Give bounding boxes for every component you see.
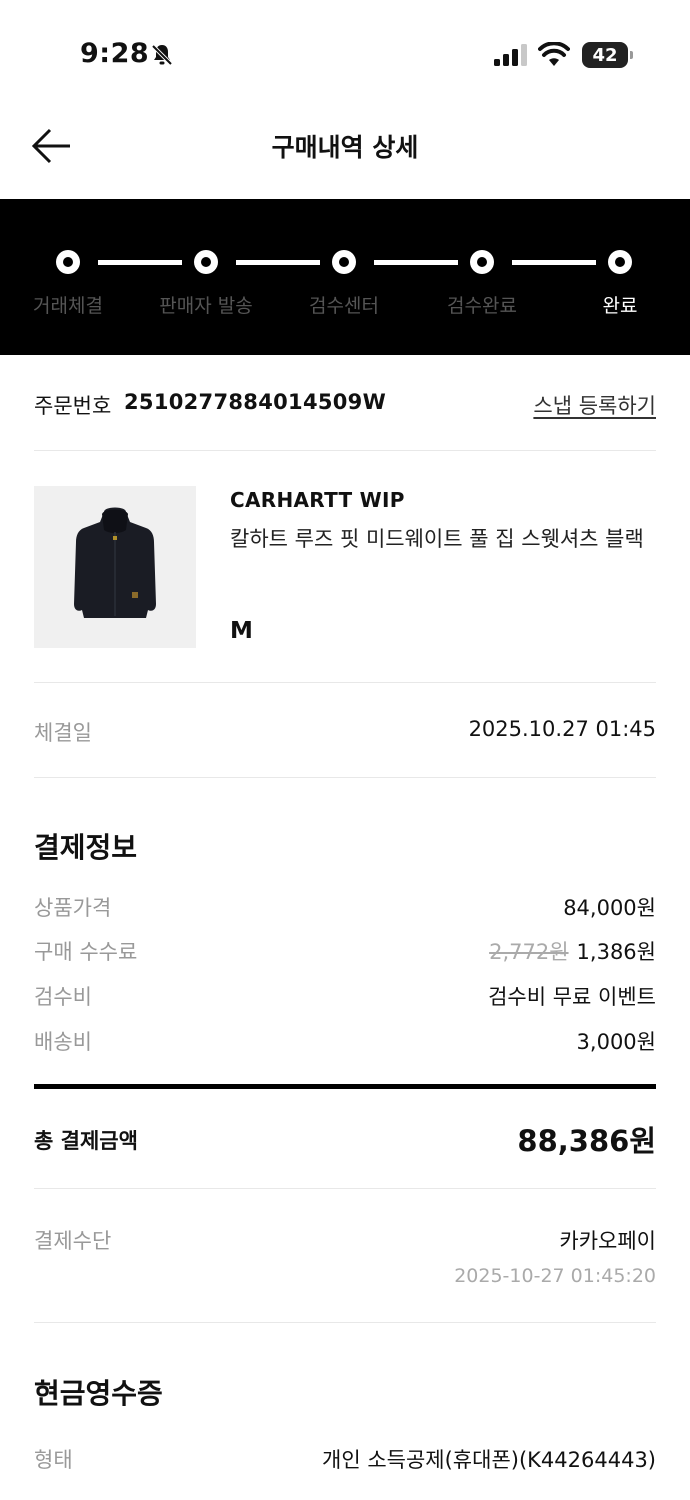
fee-values: 2,772원 1,386원 [489, 936, 656, 966]
progress-connector [98, 260, 182, 265]
cellular-signal-icon [494, 44, 527, 66]
fee-original: 2,772원 [489, 940, 569, 964]
divider [34, 777, 656, 778]
divider [34, 682, 656, 683]
divider [34, 1188, 656, 1189]
bell-off-icon [151, 44, 173, 66]
total-payment-value: 88,386원 [517, 1124, 656, 1158]
price-value: 84,000원 [563, 896, 656, 920]
status-bar: 9:28 42 [0, 0, 690, 100]
step-label-complete: 완료 [602, 295, 638, 317]
step-label-inspection-center: 검수센터 [309, 295, 379, 317]
progress-step-dot [608, 250, 632, 274]
order-number: 2510277884014509W [124, 390, 387, 414]
contract-date-value: 2025.10.27 01:45 [468, 717, 656, 741]
progress-connector [236, 260, 320, 265]
fee-value: 1,386원 [576, 940, 656, 964]
step-label-contract: 거래체결 [33, 295, 103, 317]
progress-connector [374, 260, 458, 265]
divider [34, 450, 656, 451]
product-size: M [230, 618, 253, 644]
status-time: 9:28 [80, 38, 150, 69]
shipping-fee-value: 3,000원 [576, 1030, 656, 1054]
battery-indicator: 42 [582, 42, 633, 68]
progress-connector [512, 260, 596, 265]
step-label-seller-shipped: 판매자 발송 [159, 295, 253, 317]
hoodie-image [74, 507, 156, 618]
snap-register-link[interactable]: 스냅 등록하기 [533, 390, 656, 420]
payment-method-value: 카카오페이 [559, 1229, 656, 1253]
divider [34, 1322, 656, 1323]
total-divider [34, 1084, 656, 1089]
inspection-fee-label: 검수비 [34, 985, 92, 1009]
fee-label: 구매 수수료 [34, 940, 138, 964]
step-label-inspection-done: 검수완료 [447, 295, 517, 317]
payment-datetime: 2025-10-27 01:45:20 [454, 1265, 656, 1287]
progress-step-dot [332, 250, 356, 274]
wifi-icon [538, 42, 570, 66]
contract-date-label: 체결일 [34, 721, 92, 745]
progress-step-dot [56, 250, 80, 274]
product-image[interactable] [34, 486, 196, 648]
progress-step-dot [470, 250, 494, 274]
product-brand: CARHARTT WIP [230, 488, 405, 512]
product-name[interactable]: 칼하트 루즈 핏 미드웨이트 풀 집 스웻셔츠 블랙 [230, 524, 656, 554]
battery-level: 42 [592, 44, 618, 66]
order-number-row: 주문번호 2510277884014509W 스냅 등록하기 [34, 388, 656, 422]
receipt-type-value: 개인 소득공제(휴대폰)(K44264443) [322, 1448, 656, 1472]
order-progress-tracker: 거래체결 판매자 발송 검수센터 검수완료 완료 [0, 199, 690, 355]
page-title: 구매내역 상세 [271, 133, 419, 162]
payment-info-title: 결제정보 [34, 831, 138, 864]
payment-method-label: 결제수단 [34, 1229, 112, 1253]
order-number-label: 주문번호 [34, 394, 112, 418]
inspection-fee-value: 검수비 무료 이벤트 [488, 985, 656, 1009]
total-payment-label: 총 결제금액 [34, 1129, 138, 1153]
price-label: 상품가격 [34, 896, 112, 920]
receipt-type-label: 형태 [34, 1448, 73, 1472]
shipping-fee-label: 배송비 [34, 1030, 92, 1054]
progress-step-dot [194, 250, 218, 274]
cash-receipt-title: 현금영수증 [34, 1377, 163, 1410]
header: 구매내역 상세 [0, 110, 690, 180]
